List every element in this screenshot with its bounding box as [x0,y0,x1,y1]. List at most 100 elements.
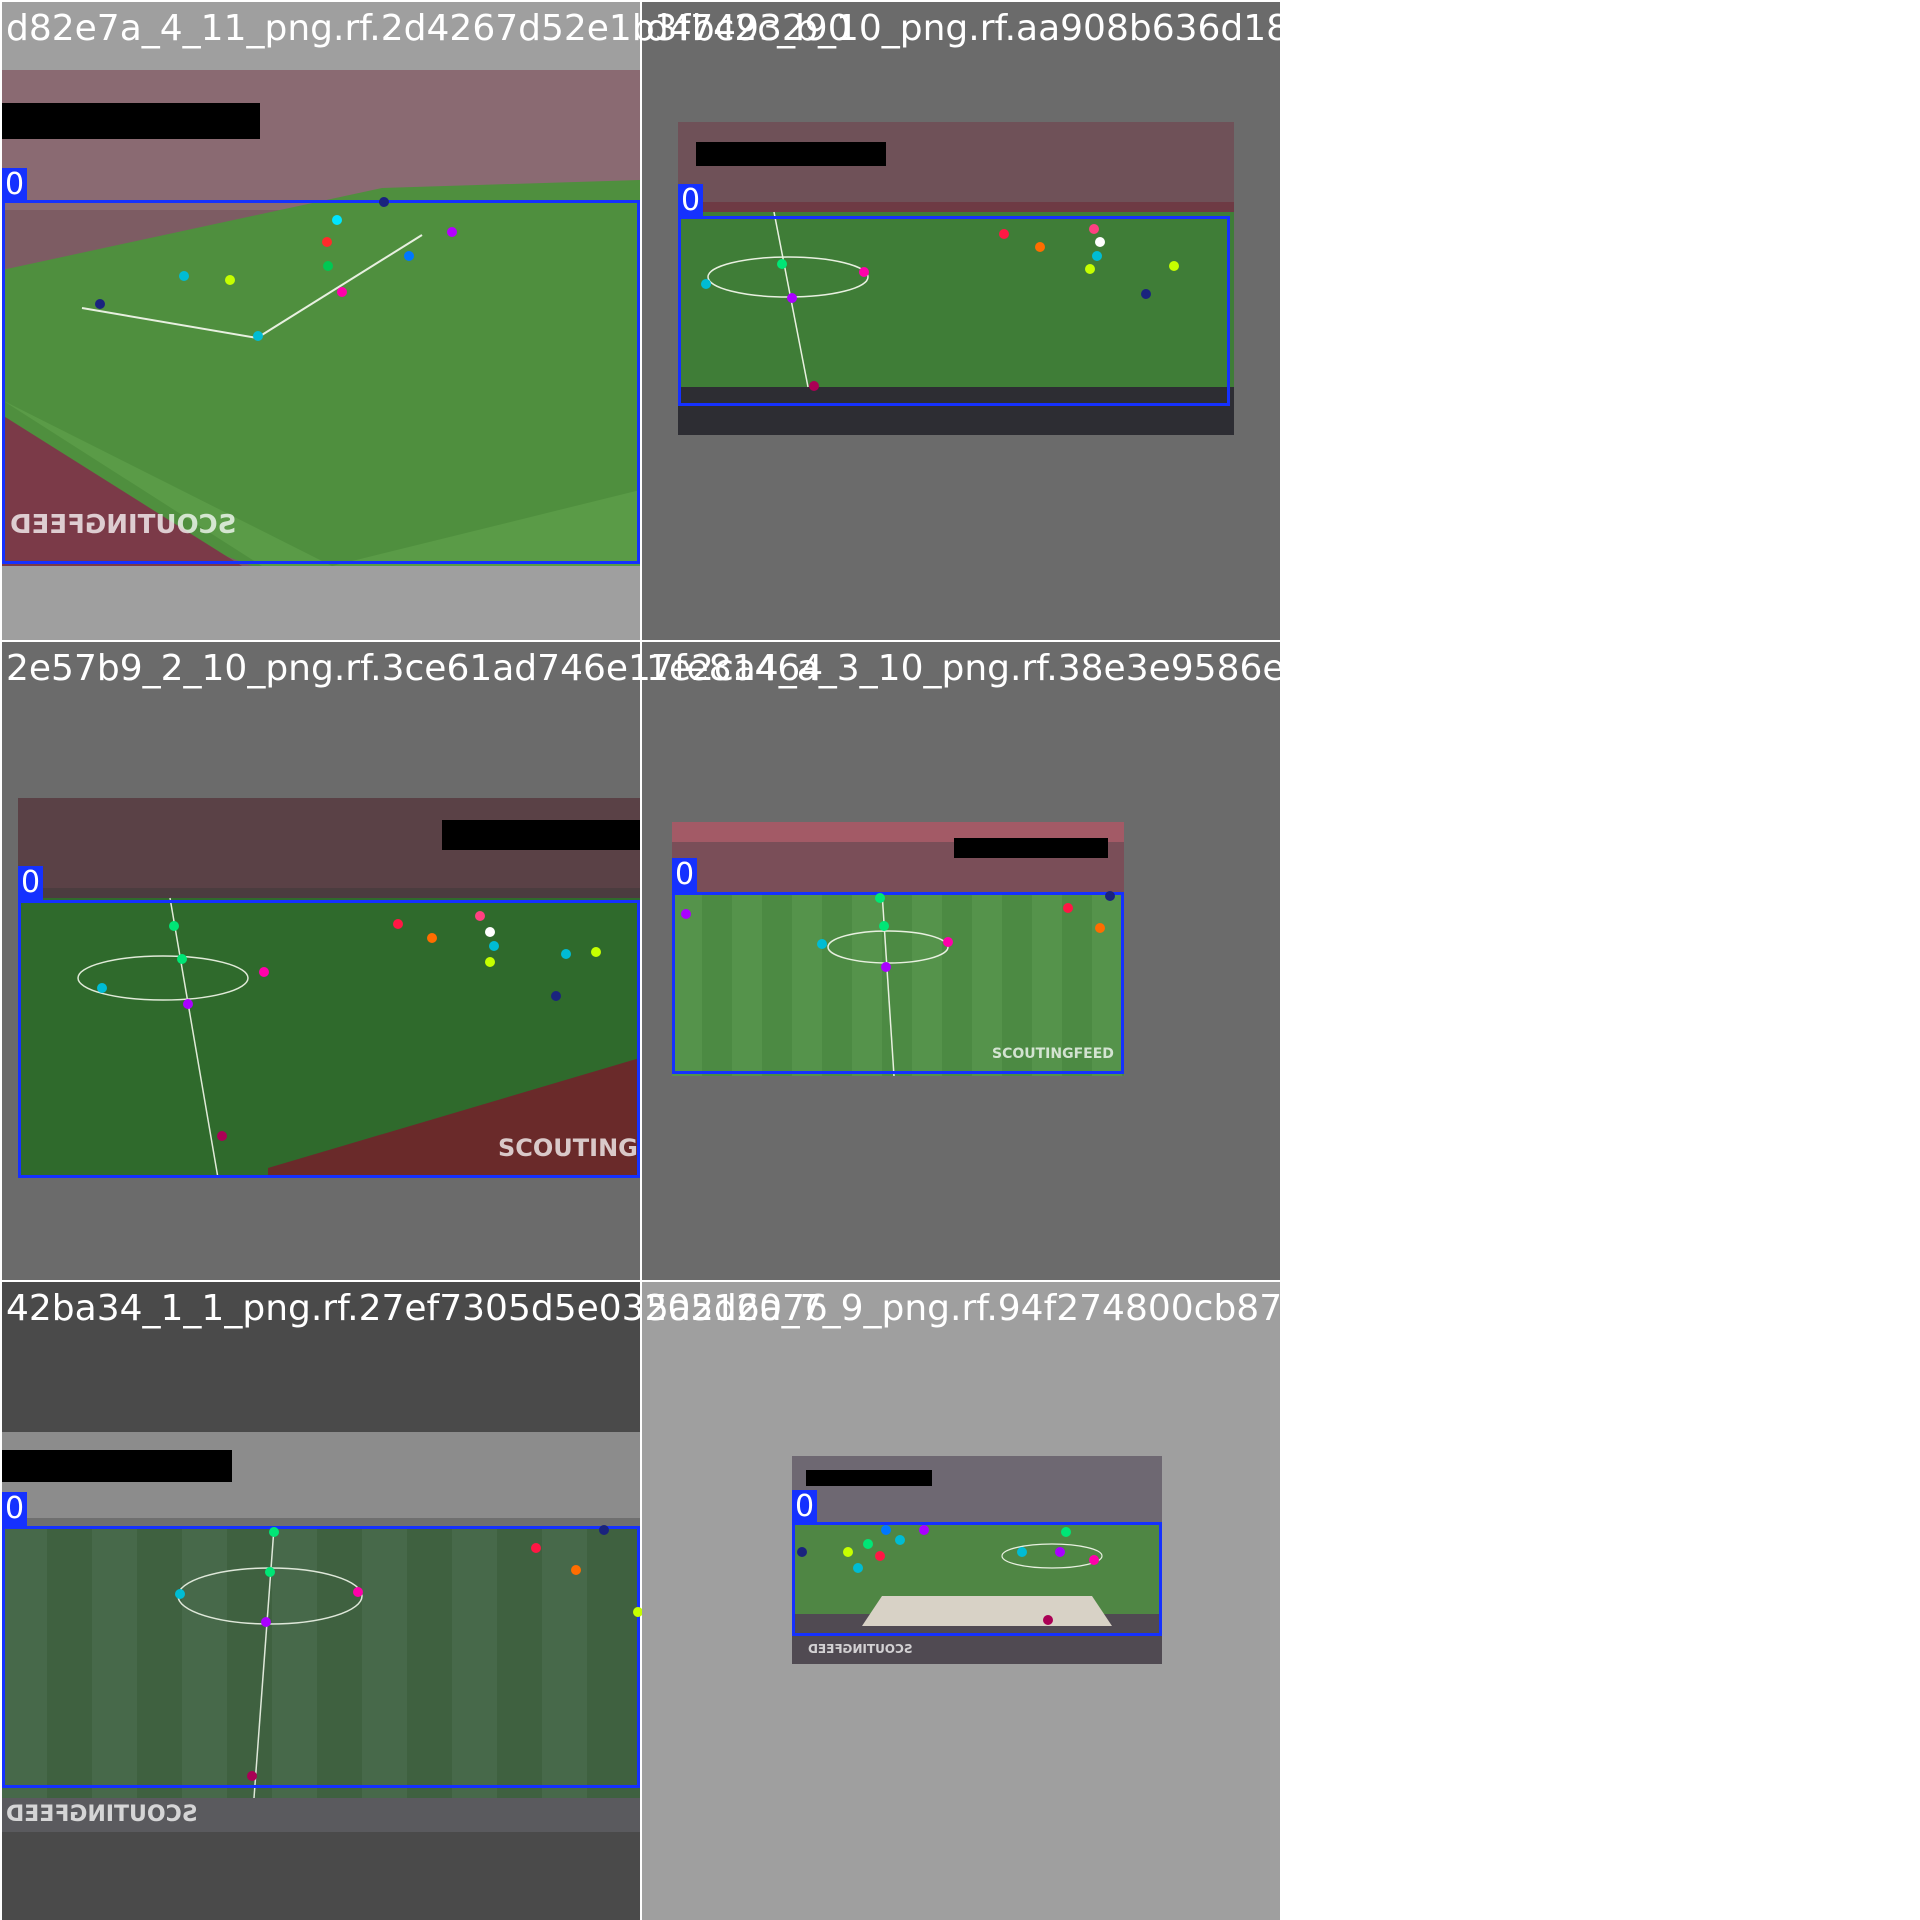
class-label-tag: 0 [18,866,44,900]
batch-tile-2: 0 d4bc2c_b_10_png.rf.aa908b636d189a1cc6b… [642,2,1488,640]
batch-tile-1: SCOUTINGFEED 0 d82e7a_4_11_png.rf.2d4267… [2,2,851,640]
redaction-box [2,1450,232,1482]
keypoint [863,1539,873,1549]
keypoint [817,939,827,949]
class-label-tag: 0 [672,858,698,892]
keypoint [323,261,333,271]
keypoint [859,267,869,277]
keypoint [1085,264,1095,274]
keypoint [777,259,787,269]
keypoint [1017,1547,1027,1557]
batch-tile-4: SCOUTINGFEED 0 1e2ca4_a_3_10_png.rf.38e3… [642,642,1533,1280]
keypoint [701,279,711,289]
keypoint [853,1563,863,1573]
keypoint [797,1547,807,1557]
watermark-text: SCOUTINGFEED [6,1802,198,1827]
keypoint [269,1527,279,1537]
batch-tile-5: SCOUTINGFEED 0 42ba34_1_1_png.rf.27ef730… [2,1282,828,1920]
keypoint [999,229,1009,239]
image-filename-label: 1e2ca4_a_3_10_png.rf.38e3e9586e55c9d408e… [646,648,1533,689]
keypoint [551,991,561,1001]
keypoint [881,1525,891,1535]
keypoint [919,1525,929,1535]
keypoint [1095,237,1105,247]
redaction-box [696,142,886,166]
keypoint [1061,1527,1071,1537]
keypoint [379,197,389,207]
keypoint [875,1551,885,1561]
keypoint [1169,261,1179,271]
keypoint [599,1525,609,1535]
keypoint [253,331,263,341]
watermark-text: SCOUTINGFEED [808,1642,913,1656]
keypoint [225,275,235,285]
keypoint [895,1535,905,1545]
keypoint [169,921,179,931]
keypoint [217,1131,227,1141]
redaction-box [954,838,1108,858]
keypoint [177,954,187,964]
keypoint [1089,224,1099,234]
batch-tile-6: SCOUTINGFEED 0 5a2d6a_7_9_png.rf.94f2748… [642,1282,1488,1920]
keypoint [95,299,105,309]
redaction-box [806,1470,932,1486]
keypoint [265,1567,275,1577]
keypoint [337,287,347,297]
keypoint [322,237,332,247]
keypoint [571,1565,581,1575]
keypoint [1055,1547,1065,1557]
keypoint [1089,1555,1099,1565]
keypoint [875,893,885,903]
keypoint [489,941,499,951]
class-label-tag: 0 [2,168,28,202]
keypoint [1043,1615,1053,1625]
keypoint [787,293,797,303]
keypoint [447,227,457,237]
keypoint [393,919,403,929]
keypoint [175,1589,185,1599]
keypoint [1092,251,1102,261]
keypoint [561,949,571,959]
bounding-box [672,892,1124,1074]
redaction-box [2,103,260,139]
keypoint [179,271,189,281]
class-label-tag: 0 [792,1490,818,1524]
keypoint [485,957,495,967]
redaction-box [442,820,640,850]
image-filename-label: 5a2d6a_7_9_png.rf.94f274800cb873b0514351 [646,1288,1489,1329]
bounding-box [2,200,640,564]
keypoint [404,251,414,261]
keypoint [1095,923,1105,933]
keypoint [1063,903,1073,913]
keypoint [261,1617,271,1627]
keypoint [247,1771,257,1781]
keypoint [943,937,953,947]
keypoint [485,927,495,937]
keypoint [183,999,193,1009]
keypoint [591,947,601,957]
keypoint [259,967,269,977]
image-filename-label: d4bc2c_b_10_png.rf.aa908b636d189a1cc6b01 [646,8,1489,49]
bounding-box [2,1526,640,1788]
keypoint [879,921,889,931]
class-label-tag: 0 [2,1492,28,1526]
keypoint [531,1543,541,1553]
keypoint [332,215,342,225]
bounding-box [678,216,1230,406]
keypoint [353,1587,363,1597]
keypoint [1105,891,1115,901]
keypoint [809,381,819,391]
bounding-box [18,900,640,1178]
keypoint [97,983,107,993]
keypoint [681,909,691,919]
keypoint [475,911,485,921]
class-label-tag: 0 [678,184,704,218]
keypoint [1141,289,1151,299]
keypoint [1035,242,1045,252]
bounding-box [792,1522,1162,1636]
keypoint [881,962,891,972]
keypoint [427,933,437,943]
batch-tile-3: SCOUTINGFE 0 2e57b9_2_10_png.rf.3ce61ad7… [2,642,823,1280]
keypoint [843,1547,853,1557]
training-batch-mosaic: SCOUTINGFEED 0 d82e7a_4_11_png.rf.2d4267… [0,0,1920,1920]
